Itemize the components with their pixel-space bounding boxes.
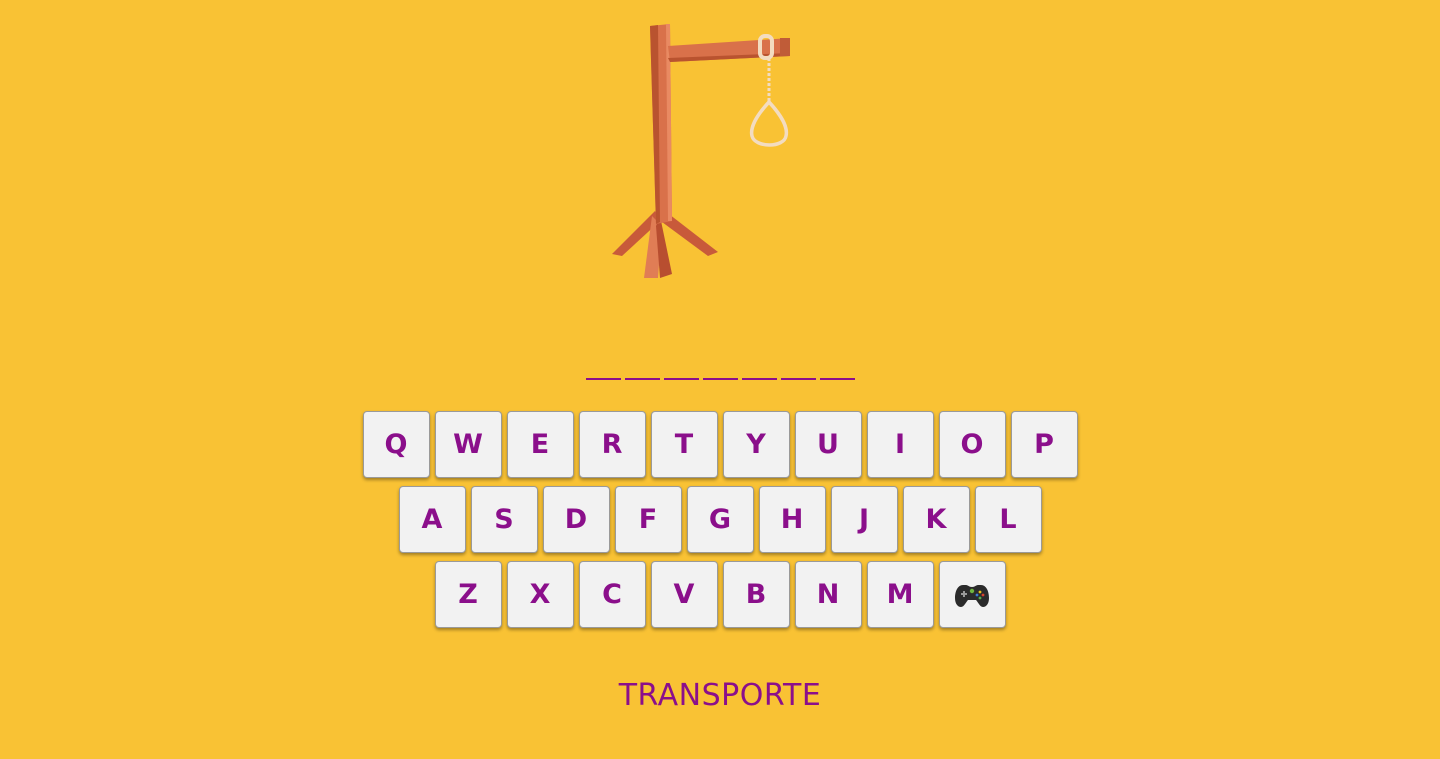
key-h[interactable]: H — [758, 486, 826, 553]
key-k[interactable]: K — [902, 486, 970, 553]
key-c[interactable]: C — [578, 561, 646, 628]
key-w[interactable]: W — [434, 411, 502, 478]
letter-slot — [663, 352, 699, 380]
key-a[interactable]: A — [398, 486, 466, 553]
key-l[interactable]: L — [974, 486, 1042, 553]
letter-slot — [702, 352, 738, 380]
key-j[interactable]: J — [830, 486, 898, 553]
keyboard-row: ZXCVBNM — [0, 561, 1440, 628]
key-o[interactable]: O — [938, 411, 1006, 478]
key-e[interactable]: E — [506, 411, 574, 478]
key-m[interactable]: M — [866, 561, 934, 628]
category-label: TRANSPORTE — [618, 678, 822, 713]
key-r[interactable]: R — [578, 411, 646, 478]
keyboard-row: ASDFGHJKL — [0, 486, 1440, 553]
key-v[interactable]: V — [650, 561, 718, 628]
key-b[interactable]: B — [722, 561, 790, 628]
keyboard-row: QWERTYUIOP — [0, 411, 1440, 478]
key-z[interactable]: Z — [434, 561, 502, 628]
keyboard: QWERTYUIOP ASDFGHJKL ZXCVBNM — [0, 411, 1440, 636]
key-g[interactable]: G — [686, 486, 754, 553]
hangman-game: QWERTYUIOP ASDFGHJKL ZXCVBNM TRANSPORTE — [0, 0, 1440, 759]
letter-slot — [741, 352, 777, 380]
word-slots — [0, 352, 1440, 380]
gamepad-icon — [955, 584, 989, 607]
key-n[interactable]: N — [794, 561, 862, 628]
key-u[interactable]: U — [794, 411, 862, 478]
key-p[interactable]: P — [1010, 411, 1078, 478]
key-x[interactable]: X — [506, 561, 574, 628]
key-t[interactable]: T — [650, 411, 718, 478]
gallows-icon — [612, 24, 790, 278]
new-game-button[interactable] — [938, 561, 1006, 628]
key-s[interactable]: S — [470, 486, 538, 553]
key-f[interactable]: F — [614, 486, 682, 553]
key-d[interactable]: D — [542, 486, 610, 553]
letter-slot — [624, 352, 660, 380]
key-q[interactable]: Q — [362, 411, 430, 478]
letter-slot — [585, 352, 621, 380]
letter-slot — [819, 352, 855, 380]
key-y[interactable]: Y — [722, 411, 790, 478]
key-i[interactable]: I — [866, 411, 934, 478]
letter-slot — [780, 352, 816, 380]
